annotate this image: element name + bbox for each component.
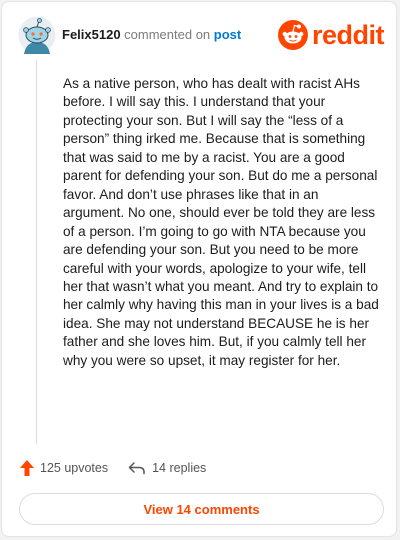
replies-count: 14 replies	[152, 461, 207, 475]
reddit-logo: reddit	[277, 18, 385, 52]
comment-body: As a native person, who has dealt with r…	[63, 76, 379, 368]
comment-action-text: commented on	[124, 27, 211, 42]
post-link[interactable]: post	[214, 27, 241, 42]
view-comments-button[interactable]: View 14 comments	[19, 493, 384, 525]
upvote-count: 125 upvotes	[40, 461, 109, 475]
comment-actions: 125 upvotes 14 replies	[20, 457, 206, 479]
reply-arrow-icon	[128, 462, 145, 475]
upvote-button[interactable]: 125 upvotes	[20, 460, 108, 476]
avatar[interactable]	[18, 16, 56, 54]
upvote-arrow-icon	[20, 460, 34, 476]
replies-button[interactable]: 14 replies	[128, 461, 206, 475]
comment-header: Felix5120 commented on post reddit	[18, 16, 385, 56]
thread-line	[36, 60, 37, 444]
comment-card: Felix5120 commented on post reddit As a …	[1, 1, 397, 537]
reddit-wordmark: reddit	[311, 19, 385, 50]
username[interactable]: Felix5120	[62, 27, 121, 42]
comment-meta: Felix5120 commented on post	[62, 27, 241, 42]
reddit-snoo-icon	[277, 20, 308, 50]
